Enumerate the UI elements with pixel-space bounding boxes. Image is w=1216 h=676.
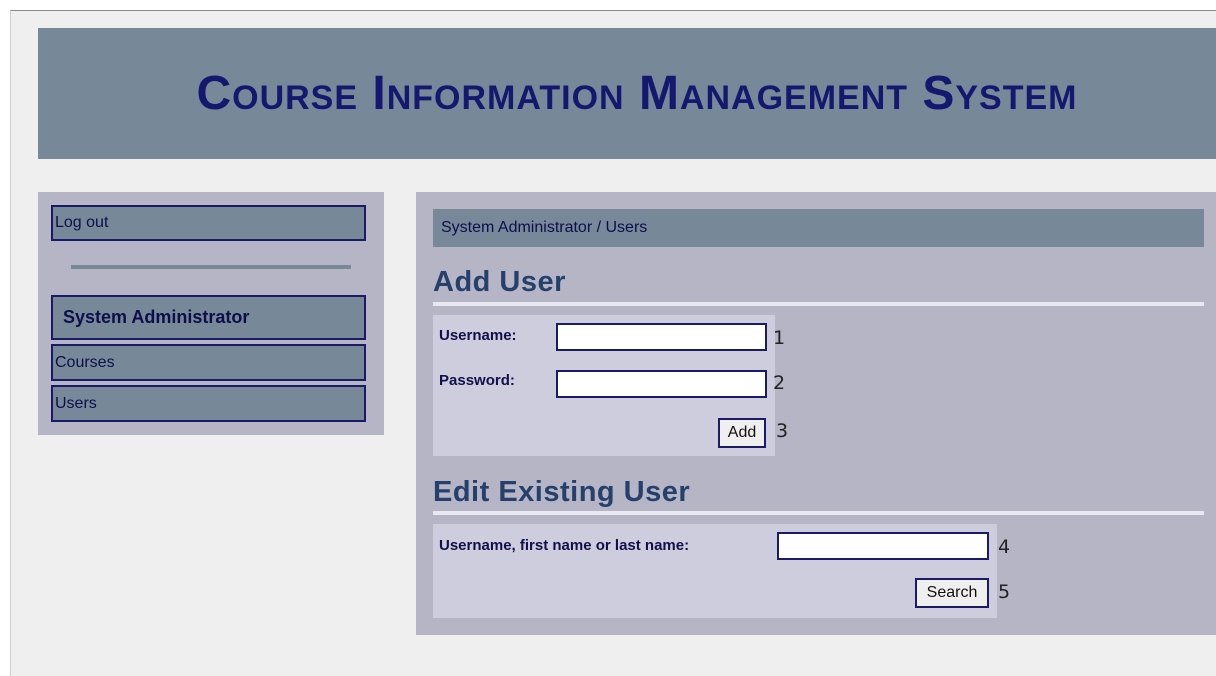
password-input[interactable] bbox=[556, 370, 767, 398]
sidebar-item-courses[interactable]: Courses bbox=[51, 344, 366, 381]
password-label: Password: bbox=[439, 372, 515, 389]
edit-user-form: Username, first name or last name: Searc… bbox=[433, 524, 997, 618]
username-input[interactable] bbox=[556, 323, 767, 351]
marker-5: 5 bbox=[998, 581, 1011, 603]
add-user-form: Username: Password: Add bbox=[433, 315, 775, 456]
edit-user-rule bbox=[433, 511, 1204, 515]
breadcrumb: System Administrator / Users bbox=[433, 209, 1204, 247]
sidebar: Log out System Administrator Courses Use… bbox=[38, 192, 384, 435]
marker-2: 2 bbox=[773, 372, 786, 394]
sidebar-divider bbox=[71, 265, 351, 269]
marker-4: 4 bbox=[998, 536, 1011, 558]
add-user-heading: Add User bbox=[433, 266, 566, 298]
search-label: Username, first name or last name: bbox=[439, 537, 690, 554]
main-panel: System Administrator / Users Add User Us… bbox=[416, 192, 1216, 635]
header-banner: Course Information Management System bbox=[38, 28, 1216, 159]
sidebar-item-users[interactable]: Users bbox=[51, 385, 366, 422]
marker-1: 1 bbox=[773, 327, 786, 349]
app-title: Course Information Management System bbox=[196, 67, 1078, 120]
edit-user-heading: Edit Existing User bbox=[433, 476, 691, 508]
search-button[interactable]: Search bbox=[915, 578, 989, 608]
logout-button[interactable]: Log out bbox=[51, 205, 366, 241]
sidebar-section-system-administrator[interactable]: System Administrator bbox=[51, 295, 366, 340]
add-button[interactable]: Add bbox=[718, 418, 766, 448]
user-search-input[interactable] bbox=[777, 532, 989, 560]
add-user-rule bbox=[433, 302, 1204, 306]
username-label: Username: bbox=[439, 327, 517, 344]
marker-3: 3 bbox=[776, 420, 789, 442]
